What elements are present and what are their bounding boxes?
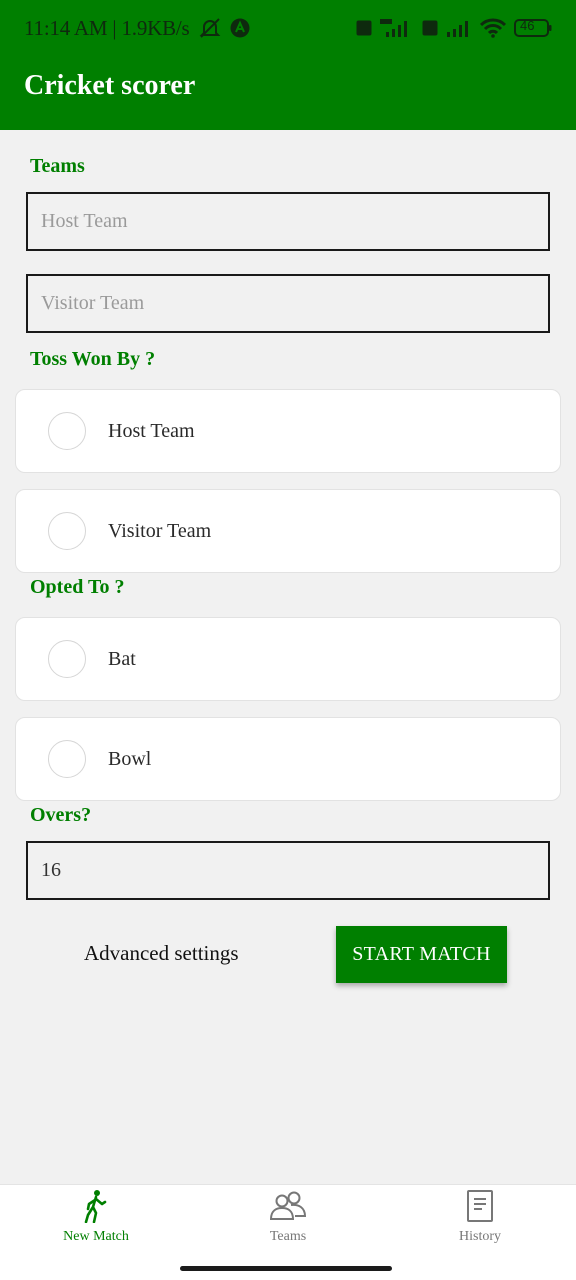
battery-level: 46 [520, 18, 535, 33]
nav-label: History [459, 1229, 501, 1244]
battery-icon: 46 [514, 18, 552, 37]
volte-icon [356, 20, 372, 36]
radio-button[interactable] [48, 740, 86, 778]
teams-label: Teams [30, 155, 85, 177]
home-indicator [180, 1266, 392, 1271]
status-bar: 11:14 AM | 1.9KB/s 46 [0, 0, 576, 56]
opted-option-bowl[interactable]: Bowl [15, 717, 561, 801]
app-bar: 11:14 AM | 1.9KB/s 46 Cricket scorer [0, 0, 576, 130]
overs-input[interactable] [26, 841, 550, 900]
walking-person-icon [82, 1189, 110, 1223]
signal-4g-icon [380, 18, 414, 38]
nav-history[interactable]: History [384, 1185, 576, 1255]
app-notification-icon [230, 18, 250, 38]
opted-to-label: Opted To ? [30, 576, 125, 598]
start-match-button[interactable]: START MATCH [336, 926, 507, 983]
wifi-icon [480, 18, 506, 38]
toss-option-visitor-team[interactable]: Visitor Team [15, 489, 561, 573]
opted-option-label: Bat [108, 647, 136, 670]
document-icon [466, 1189, 494, 1223]
opted-option-bat[interactable]: Bat [15, 617, 561, 701]
host-team-input[interactable] [26, 192, 550, 251]
visitor-team-input[interactable] [26, 274, 550, 333]
radio-button[interactable] [48, 640, 86, 678]
toss-option-label: Host Team [108, 419, 195, 442]
nav-label: Teams [269, 1229, 307, 1244]
overs-label: Overs? [30, 804, 92, 826]
app-title: Cricket scorer [24, 70, 196, 101]
volte-icon-2 [422, 20, 438, 36]
opted-option-label: Bowl [108, 747, 152, 770]
nav-label: New Match [63, 1229, 129, 1244]
toss-option-host-team[interactable]: Host Team [15, 389, 561, 473]
mute-notifications-icon [198, 17, 222, 39]
nav-teams[interactable]: Teams [192, 1185, 384, 1255]
toss-option-label: Visitor Team [108, 519, 212, 542]
signal-icon [446, 18, 472, 38]
people-icon [269, 1189, 307, 1223]
advanced-settings-link[interactable]: Advanced settings [84, 941, 239, 966]
radio-button[interactable] [48, 512, 86, 550]
radio-button[interactable] [48, 412, 86, 450]
status-time: 11:14 AM | 1.9KB/s [24, 15, 190, 40]
toss-won-by-label: Toss Won By ? [30, 348, 156, 370]
nav-new-match[interactable]: New Match [0, 1185, 192, 1255]
